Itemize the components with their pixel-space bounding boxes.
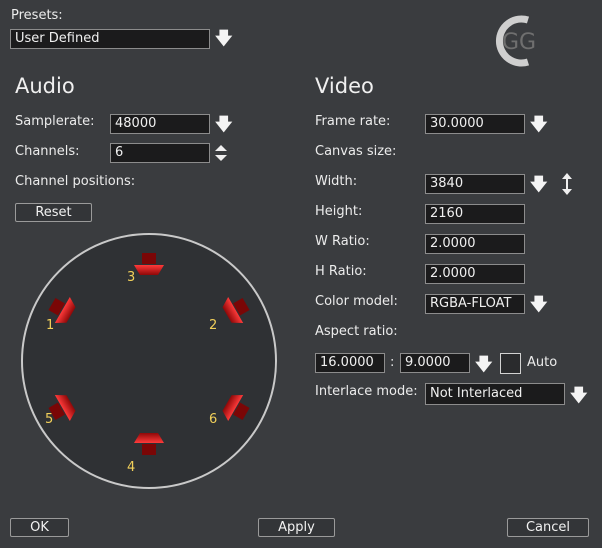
height-field[interactable]: 2160 [425,204,525,224]
speaker-6-icon[interactable] [219,390,254,427]
color-model-field[interactable]: RGBA-FLOAT [425,294,525,314]
interlace-mode-down-arrow-icon[interactable]: 🡇 [570,386,587,406]
width-label: Width: [315,174,358,189]
interlace-mode-field[interactable]: Not Interlaced [425,383,565,405]
color-model-down-arrow-icon[interactable]: 🡇 [530,295,547,315]
w-ratio-label: W Ratio: [315,234,370,249]
channel-number: 6 [209,412,218,427]
audio-heading: Audio [15,74,75,98]
channels-label: Channels: [15,144,80,159]
logo-text: GG [502,30,536,55]
speaker-layout [44,253,254,455]
w-ratio-field[interactable]: 2.0000 [425,234,525,254]
samplerate-field[interactable]: 48000 [110,114,210,134]
frame-rate-field[interactable]: 30.0000 [425,114,525,134]
presets-label: Presets: [11,8,63,23]
reset-button[interactable]: Reset [15,203,92,222]
width-down-arrow-icon[interactable]: 🡇 [530,175,547,195]
width-field[interactable]: 3840 [425,174,525,194]
video-heading: Video [315,74,374,98]
aspect-ratio-down-arrow-icon[interactable]: 🡇 [475,355,492,375]
aspect-ratio-label: Aspect ratio: [315,324,398,339]
interlace-mode-label: Interlace mode: [315,384,418,399]
auto-label: Auto [527,355,558,370]
channel-number: 4 [127,460,136,475]
channels-field[interactable]: 6 [110,143,210,163]
h-ratio-field[interactable]: 2.0000 [425,264,525,284]
frame-rate-label: Frame rate: [315,114,391,129]
speaker-4-icon[interactable] [134,433,164,455]
channel-number: 5 [45,412,54,427]
ok-button[interactable]: OK [10,518,69,537]
channel-number: 2 [209,318,218,333]
h-ratio-label: H Ratio: [315,264,367,279]
presets-field[interactable]: User Defined [10,29,210,49]
samplerate-down-arrow-icon[interactable]: 🡇 [215,115,232,135]
speaker-3-icon[interactable] [134,253,164,275]
samplerate-label: Samplerate: [15,114,95,129]
speaker-2-icon[interactable] [219,291,254,328]
aspect-separator: : [390,355,395,370]
height-label: Height: [315,204,363,219]
swap-dimensions-icon[interactable] [560,173,574,195]
apply-button[interactable]: Apply [258,518,335,537]
app-logo: GG [488,12,558,68]
canvas-size-label: Canvas size: [315,144,397,159]
aspect-width-field[interactable]: 16.0000 [315,353,385,373]
cancel-button[interactable]: Cancel [507,518,589,537]
auto-checkbox[interactable] [500,353,521,374]
color-model-label: Color model: [315,294,398,309]
presets-down-arrow-icon[interactable]: 🡇 [215,29,232,49]
frame-rate-down-arrow-icon[interactable]: 🡇 [530,115,547,135]
aspect-height-field[interactable]: 9.0000 [400,353,470,373]
channel-number: 3 [127,270,136,285]
channel-positions-label: Channel positions: [15,174,136,189]
channel-number: 1 [46,318,55,333]
channels-spinner-icon[interactable] [213,143,229,163]
